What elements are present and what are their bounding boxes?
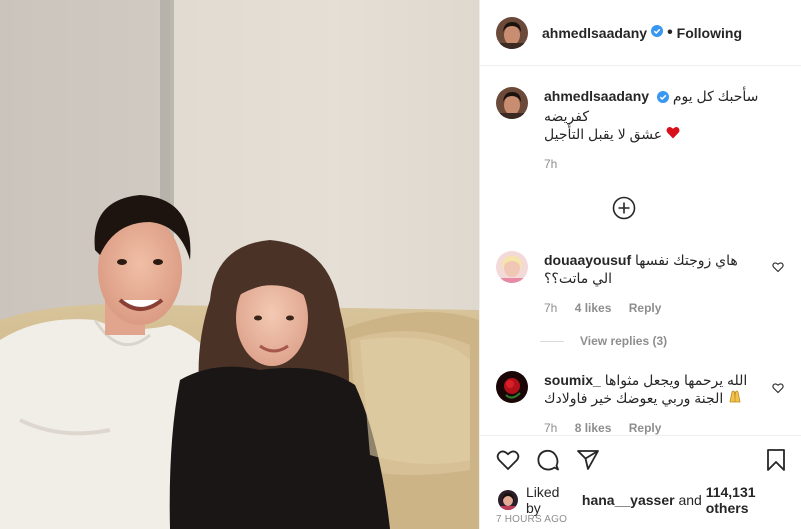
red-heart-emoji [666, 126, 680, 142]
comment-meta: 7h 4 likes Reply [544, 301, 774, 315]
comment-body: soumix_ الله يرحمها ويجعل مثواها الجنة و… [544, 371, 774, 435]
comment-meta: 7h 8 likes Reply [544, 421, 774, 435]
liker-username[interactable]: hana__yasser [582, 492, 675, 508]
photo-image [0, 0, 479, 529]
add-comment-icon[interactable] [612, 196, 636, 220]
comment-text-line-2: الجنة وربي يعوضك خير فاولادك [544, 390, 724, 406]
header-separator: • [667, 23, 673, 41]
comment-text-line-2: الي ماتت؟؟ [544, 270, 612, 286]
comment-text-line-2-row: الجنة وربي يعوضك خير فاولادك [544, 389, 774, 407]
post-photo[interactable] [0, 0, 479, 529]
commenter-avatar[interactable] [496, 371, 528, 403]
verified-badge-icon [651, 24, 664, 42]
comment-item: soumix_ الله يرحمها ويجعل مثواها الجنة و… [496, 371, 774, 435]
caption-line-3-text: عشق لا يقبل التأجيل [544, 126, 663, 142]
liker-avatar[interactable] [498, 490, 518, 510]
instagram-post: ahmedlsaadany • Following ahmedlsaadany … [0, 0, 801, 529]
comments-list[interactable]: ahmedlsaadany سأحبك كل يوم كفريضه عشق لا… [480, 67, 801, 435]
view-replies-dash [540, 340, 564, 342]
comment-text-line-1: الله يرحمها ويجعل مثواها [604, 372, 748, 388]
likes-prefix: Liked by [525, 484, 560, 516]
praying-hands-emoji [727, 390, 743, 406]
caption-body: ahmedlsaadany سأحبك كل يوم كفريضه عشق لا… [544, 87, 774, 171]
author-username[interactable]: ahmedlsaadany [542, 25, 647, 41]
comment-like-heart-icon[interactable] [772, 260, 784, 273]
author-avatar[interactable] [496, 16, 528, 49]
likes-count[interactable]: 114,131 others [706, 484, 801, 516]
comment-likes[interactable]: 4 likes [575, 301, 612, 315]
likes-and: and [678, 492, 702, 508]
likes-summary: Liked by hana__yasser and 114,131 others [498, 484, 801, 516]
comment-body: douaayousuf هاي زوجتك نفسها الي ماتت؟؟ 7… [544, 251, 774, 315]
reply-button[interactable]: Reply [629, 421, 662, 435]
caption-time: 7h [544, 157, 558, 171]
commenter-username[interactable]: soumix_ [544, 372, 601, 388]
share-icon[interactable] [576, 448, 600, 472]
caption-line-3: عشق لا يقبل التأجيل [544, 125, 774, 143]
comment-like-heart-icon[interactable] [772, 381, 784, 394]
reply-button[interactable]: Reply [629, 301, 662, 315]
comment-time[interactable]: 7h [544, 301, 557, 315]
caption-avatar[interactable] [496, 87, 528, 119]
caption-line-1: سأحبك كل يوم [672, 88, 759, 104]
following-button[interactable]: Following [677, 25, 742, 41]
post-actions: Liked by hana__yasser and 114,131 others… [480, 435, 801, 529]
verified-badge-icon [656, 89, 669, 107]
commenter-username[interactable]: douaayousuf [544, 252, 631, 268]
post-timestamp[interactable]: 7 HOURS AGO [496, 514, 567, 525]
caption: ahmedlsaadany سأحبك كل يوم كفريضه عشق لا… [496, 87, 774, 171]
post-header: ahmedlsaadany • Following [480, 0, 801, 66]
comment-time[interactable]: 7h [544, 421, 557, 435]
comment-likes[interactable]: 8 likes [575, 421, 612, 435]
comment-item: douaayousuf هاي زوجتك نفسها الي ماتت؟؟ 7… [496, 251, 774, 315]
caption-username[interactable]: ahmedlsaadany [544, 88, 649, 104]
comment-text-line-1: هاي زوجتك نفسها [635, 252, 738, 268]
post-side-panel: ahmedlsaadany • Following ahmedlsaadany … [479, 0, 801, 529]
heart-icon[interactable] [496, 448, 520, 472]
view-replies-label[interactable]: View replies (3) [580, 334, 667, 348]
bookmark-icon[interactable] [764, 448, 788, 472]
comment-icon[interactable] [536, 448, 560, 472]
caption-line-2: كفريضه [544, 108, 590, 124]
view-replies-button[interactable]: View replies (3) [540, 334, 667, 348]
commenter-avatar[interactable] [496, 251, 528, 283]
